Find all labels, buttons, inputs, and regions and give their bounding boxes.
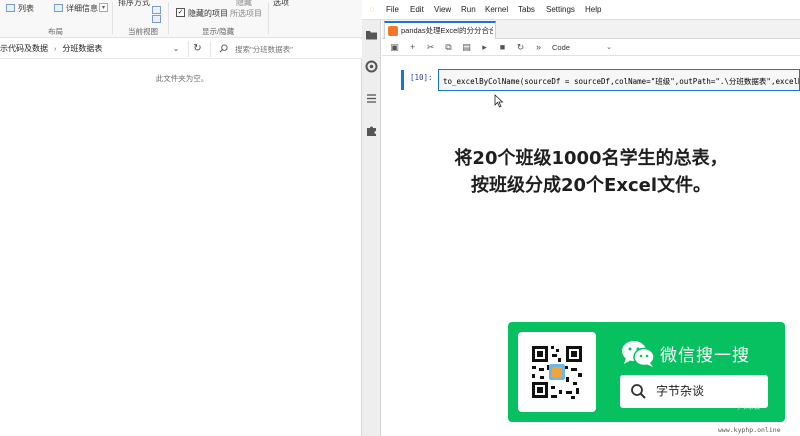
address-bar-row: 示代码及数据 › 分班数据表 ⌄ ↻ bbox=[0, 39, 362, 59]
explorer-search[interactable] bbox=[210, 41, 360, 57]
running-kernels-icon[interactable] bbox=[365, 60, 378, 73]
breadcrumb-separator-icon: › bbox=[54, 46, 57, 53]
menu-run[interactable]: Run bbox=[461, 0, 476, 20]
sort-by-button[interactable]: 排序方式 bbox=[118, 0, 150, 8]
stop-icon[interactable]: ■ bbox=[496, 41, 509, 54]
menu-kernel[interactable]: Kernel bbox=[485, 0, 508, 20]
qr-code-image bbox=[518, 332, 596, 412]
save-icon[interactable]: ▣ bbox=[388, 41, 401, 54]
left-sidebar bbox=[362, 20, 381, 436]
restart-icon[interactable]: ↻ bbox=[514, 41, 527, 54]
notebook-icon bbox=[388, 26, 398, 36]
empty-folder-message: 此文件夹为空。 bbox=[155, 74, 209, 83]
explorer-ribbon: 列表 详细信息 ▾ 布局 排序方式 当前视图 ✓ 隐藏的项目 所选项目 隐藏 显… bbox=[0, 0, 362, 38]
wechat-search-text: 字节杂谈 bbox=[656, 384, 705, 398]
search-icon bbox=[219, 44, 228, 53]
options-button[interactable]: 选项 bbox=[273, 0, 289, 8]
active-cell-indicator bbox=[401, 70, 404, 90]
code-cell-editor[interactable]: to_excelByColName(sourceDf = sourceDf,co… bbox=[438, 69, 800, 91]
watermark-text: www.kyphp.online bbox=[718, 426, 781, 434]
breadcrumb-item-current[interactable]: 分班数据表 bbox=[62, 39, 102, 59]
breadcrumb-item-code[interactable]: 示代码及数据 bbox=[0, 39, 48, 59]
tab-title: pandas处理Excel的分分合合. bbox=[401, 26, 493, 35]
caption-text: 将20个班级1000名学生的总表， 按班级分成20个Excel文件。 bbox=[382, 145, 800, 199]
caption-line-1: 将20个班级1000名学生的总表， bbox=[454, 148, 728, 169]
notebook-toolbar: ▣ + ✂ ⧉ ▤ ▸ ■ ↻ » Code ⌄ bbox=[382, 39, 800, 56]
details-view-label[interactable]: 详细信息 bbox=[66, 3, 98, 14]
layout-group-label: 布局 bbox=[48, 27, 63, 36]
menu-view[interactable]: View bbox=[434, 0, 451, 20]
layout-more-icon[interactable]: ▾ bbox=[99, 3, 108, 12]
list-view-icon[interactable] bbox=[6, 4, 15, 12]
wechat-account-label: 字节杂谈 bbox=[736, 405, 761, 411]
paste-icon[interactable]: ▤ bbox=[460, 41, 473, 54]
chevron-down-icon: ⌄ bbox=[606, 44, 612, 51]
hide-selected-label[interactable]: 所选项目 bbox=[230, 8, 262, 19]
details-view-icon[interactable] bbox=[54, 4, 63, 12]
tab-bar: pandas处理Excel的分分合合. bbox=[382, 20, 800, 39]
file-explorer-window: 列表 详细信息 ▾ 布局 排序方式 当前视图 ✓ 隐藏的项目 所选项目 隐藏 显… bbox=[0, 0, 362, 436]
menu-edit[interactable]: Edit bbox=[410, 0, 424, 20]
mouse-pointer-icon bbox=[494, 94, 504, 108]
list-view-label[interactable]: 列表 bbox=[18, 3, 34, 14]
cut-icon[interactable]: ✂ bbox=[424, 41, 437, 54]
extensions-puzzle-icon[interactable] bbox=[365, 124, 378, 137]
copy-icon[interactable]: ⧉ bbox=[442, 41, 455, 54]
hide-button-label[interactable]: 隐藏 bbox=[236, 0, 252, 8]
menu-bar: ◌ File Edit View Run Kernel Tabs Setting… bbox=[362, 0, 800, 20]
cell-type-select[interactable]: Code ⌄ bbox=[552, 41, 612, 54]
menu-settings[interactable]: Settings bbox=[546, 0, 575, 20]
code-text: to_excelByColName(sourceDf = sourceDf,co… bbox=[443, 77, 800, 86]
folder-icon[interactable] bbox=[365, 28, 378, 41]
add-column-icon[interactable] bbox=[152, 15, 161, 23]
wechat-search-title: 微信搜一搜 bbox=[660, 346, 750, 366]
hidden-items-label[interactable]: 隐藏的项目 bbox=[188, 8, 228, 19]
group-by-icon[interactable] bbox=[152, 6, 161, 14]
wechat-logo-icon bbox=[622, 341, 655, 367]
caption-line-2: 按班级分成20个Excel文件。 bbox=[470, 175, 711, 196]
hidden-items-checkbox[interactable]: ✓ bbox=[176, 8, 185, 17]
show-hide-group-label: 显示/隐藏 bbox=[202, 27, 235, 36]
cell-type-value: Code bbox=[552, 43, 570, 52]
menu-file[interactable]: File bbox=[386, 0, 399, 20]
refresh-icon[interactable]: ↻ bbox=[188, 41, 206, 57]
cell-prompt: [10]: bbox=[410, 73, 433, 82]
search-input[interactable] bbox=[235, 42, 359, 56]
add-cell-icon[interactable]: + bbox=[406, 41, 419, 54]
breadcrumb[interactable]: 示代码及数据 › 分班数据表 bbox=[0, 39, 185, 59]
tab-notebook[interactable]: pandas处理Excel的分分合合. bbox=[384, 21, 496, 39]
screen: 列表 详细信息 ▾ 布局 排序方式 当前视图 ✓ 隐藏的项目 所选项目 隐藏 显… bbox=[0, 0, 800, 436]
current-view-group-label: 当前视图 bbox=[128, 27, 158, 36]
wechat-search-banner: 微信搜一搜 字节杂谈 字节杂谈 bbox=[508, 322, 785, 422]
commands-list-icon[interactable] bbox=[365, 92, 378, 105]
run-icon[interactable]: ▸ bbox=[478, 41, 491, 54]
jupyter-logo-icon: ◌ bbox=[369, 5, 375, 14]
menu-help[interactable]: Help bbox=[585, 0, 601, 20]
search-icon bbox=[631, 384, 646, 399]
restart-run-all-icon[interactable]: » bbox=[532, 41, 545, 54]
menu-tabs[interactable]: Tabs bbox=[518, 0, 535, 20]
chevron-down-icon[interactable]: ⌄ bbox=[170, 43, 182, 55]
